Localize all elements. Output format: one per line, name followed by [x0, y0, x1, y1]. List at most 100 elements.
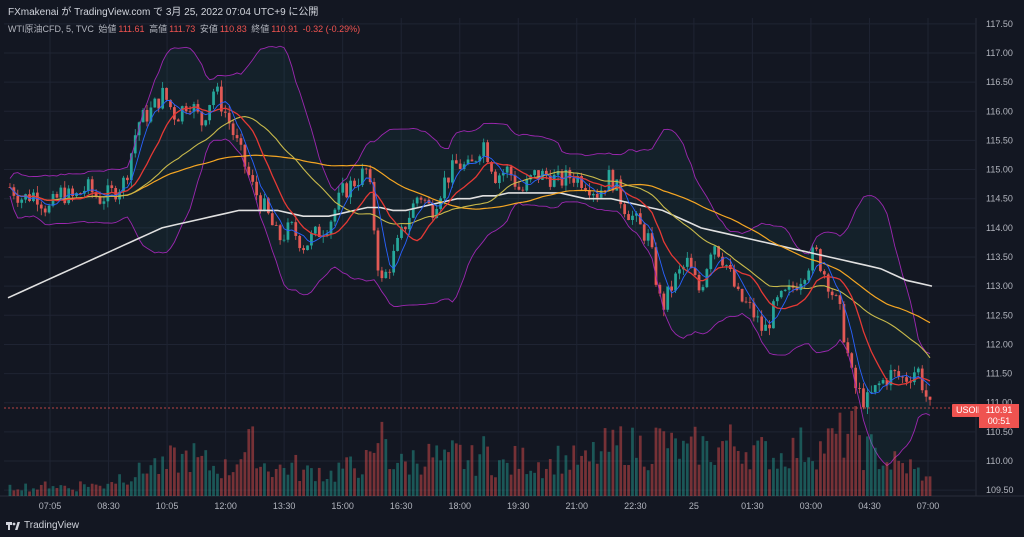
volume-bar — [227, 475, 231, 496]
volume-bar — [63, 485, 67, 496]
volume-bar — [94, 484, 98, 496]
volume-bar — [619, 426, 623, 496]
volume-bar — [564, 455, 568, 496]
volume-bar — [709, 462, 713, 496]
volume-bar — [627, 465, 630, 496]
legend-high: 111.73 — [169, 24, 196, 34]
x-tick-label: 18:00 — [448, 501, 471, 511]
volume-bar — [368, 451, 372, 496]
volume-bar — [685, 443, 689, 496]
volume-bar — [517, 468, 521, 496]
volume-bar — [779, 453, 783, 496]
y-tick-label: 112.00 — [986, 339, 1013, 349]
volume-bar — [842, 457, 846, 496]
x-tick-label: 07:05 — [39, 501, 62, 511]
volume-bar — [98, 485, 102, 496]
volume-bar — [302, 469, 305, 496]
volume-bar — [862, 470, 865, 496]
volume-bar — [180, 453, 184, 496]
volume-bar — [321, 481, 325, 496]
volume-bar — [556, 445, 560, 496]
volume-bar — [165, 468, 168, 496]
volume-bar — [16, 489, 20, 496]
volume-bar — [435, 445, 439, 496]
legend-close-label: 終値 — [251, 24, 270, 34]
volume-bar — [145, 473, 149, 496]
volume-bar — [20, 490, 24, 496]
volume-bar — [325, 478, 329, 496]
volume-bar — [216, 473, 219, 496]
volume-bar — [243, 452, 247, 496]
volume-bar — [39, 484, 43, 496]
volume-bar — [90, 483, 94, 496]
price-chart[interactable]: 117.50 117.00 116.50 116.00 115.50 115.00 114.… — [0, 18, 1024, 515]
volume-bar — [928, 476, 932, 496]
y-tick-label: 112.50 — [986, 310, 1013, 320]
volume-bar — [282, 468, 286, 496]
volume-bar — [443, 449, 446, 496]
volume-bar — [184, 450, 188, 496]
volume-bar — [803, 462, 807, 496]
volume-bar — [458, 444, 462, 496]
volume-bar — [815, 469, 818, 496]
volume-bar — [126, 484, 129, 496]
volume-bar — [584, 450, 587, 496]
volume-bar — [263, 463, 266, 496]
x-tick-label: 08:30 — [97, 501, 120, 511]
volume-bar — [12, 490, 16, 496]
volume-bar — [752, 445, 756, 496]
publish-header: FXmakenai が TradingView.com で 3月 25, 202… — [0, 0, 1024, 18]
last-price-badge: 110.91 00:51 — [979, 404, 1019, 428]
volume-bar — [916, 467, 920, 496]
volume-bar — [157, 473, 161, 496]
volume-bar — [521, 447, 525, 496]
ohlc-legend: WTI原油CFD, 5, TVC 始値 111.61 高値 111.73 安値 110… — [8, 22, 362, 35]
x-tick-label: 21:00 — [566, 501, 589, 511]
x-tick-label: 15:00 — [331, 501, 354, 511]
volume-bar — [239, 459, 243, 496]
y-tick-label: 110.00 — [986, 456, 1013, 466]
x-tick-label: 22:30 — [624, 501, 647, 511]
volume-bar — [787, 468, 791, 496]
volume-bar — [533, 472, 536, 496]
volume-bar — [725, 440, 728, 496]
volume-bar — [482, 436, 486, 496]
volume-bar — [110, 482, 114, 496]
y-tick-label: 109.50 — [986, 485, 1014, 495]
volume-bar — [208, 470, 212, 496]
x-tick-label: 12:00 — [214, 501, 237, 511]
volume-bar — [889, 469, 893, 496]
volume-bar — [82, 484, 86, 496]
volume-bar — [513, 445, 517, 496]
volume-bar — [447, 452, 450, 496]
x-tick-label: 19:30 — [507, 501, 530, 511]
x-tick-label: 13:30 — [273, 501, 296, 511]
volume-bar — [196, 457, 200, 496]
volume-bar — [274, 469, 278, 496]
volume-bar — [427, 443, 431, 496]
volume-bar — [509, 474, 513, 496]
volume-bar — [454, 443, 458, 496]
volume-bar — [490, 475, 493, 496]
y-tick-label: 116.50 — [986, 77, 1013, 87]
volume-bar — [905, 473, 908, 496]
tradingview-brand[interactable]: TradingView — [6, 520, 79, 531]
volume-bar — [415, 463, 419, 496]
volume-bar — [885, 462, 889, 496]
x-tick-label: 03:00 — [800, 501, 823, 511]
legend-symbol: WTI原油CFD, 5, TVC — [8, 24, 94, 34]
volume-bar — [811, 461, 814, 496]
volume-bar — [231, 472, 235, 496]
volume-bar — [486, 446, 489, 496]
volume-bar — [807, 457, 811, 496]
volume-bar — [313, 481, 317, 496]
volume-bar — [141, 473, 145, 496]
x-tick-label: 25 — [689, 501, 699, 511]
volume-bar — [869, 434, 873, 496]
volume-bar — [783, 466, 787, 496]
volume-bar — [670, 432, 674, 496]
volume-bar — [149, 465, 153, 496]
volume-bar — [200, 455, 204, 496]
brand-name: TradingView — [24, 520, 80, 531]
legend-low-label: 安値 — [199, 24, 218, 34]
